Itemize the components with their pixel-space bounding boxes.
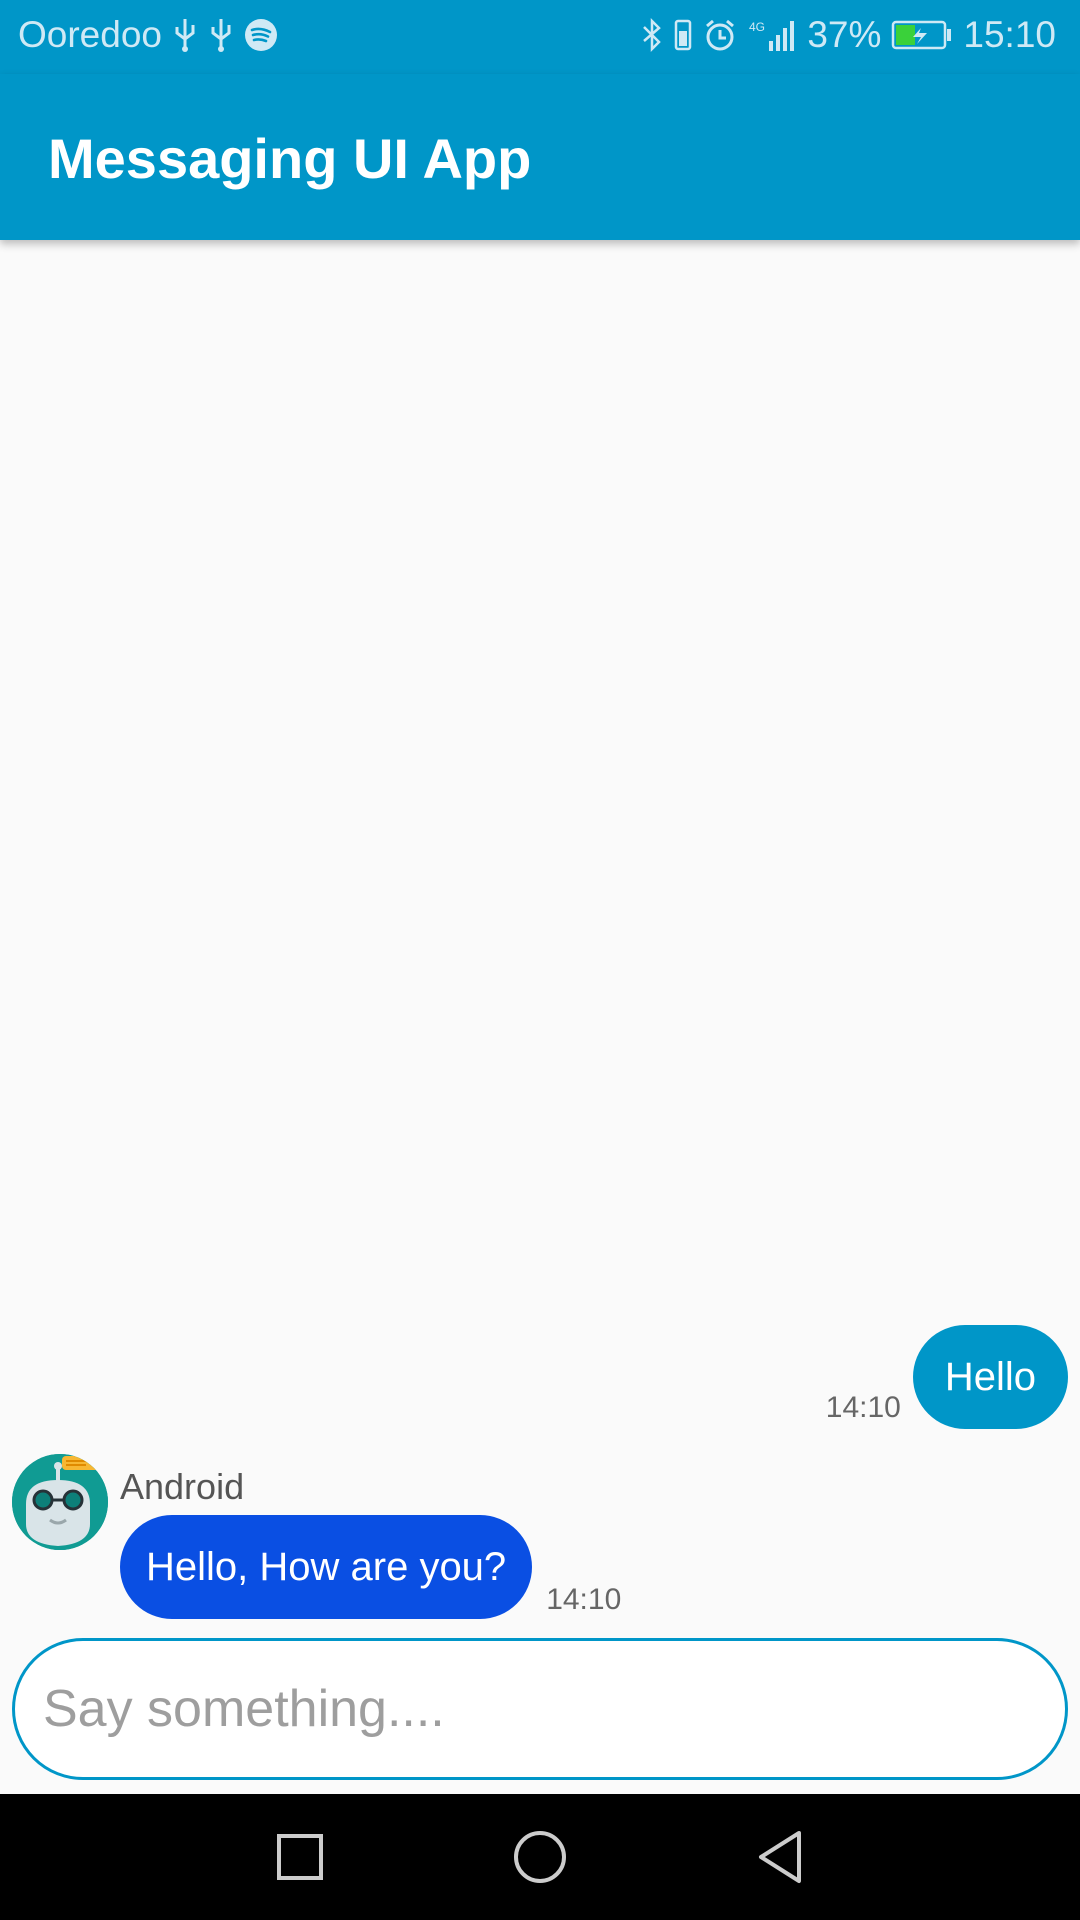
back-icon	[759, 1831, 801, 1883]
home-icon	[514, 1831, 566, 1883]
message-incoming: Hello, How are you? 14:10	[120, 1515, 621, 1619]
message-time: 14:10	[546, 1583, 622, 1616]
battery-charging-icon	[891, 20, 953, 50]
carrier-name: Ooredoo	[18, 14, 162, 55]
back-button[interactable]	[747, 1824, 813, 1890]
bluetooth-icon	[641, 17, 663, 53]
app-bar: Messaging UI App	[0, 74, 1080, 240]
message-bubble[interactable]: Hello	[912, 1325, 1068, 1429]
navigation-bar	[0, 1794, 1080, 1920]
sender-name: Android	[120, 1466, 245, 1507]
signal-icon: 4G	[747, 17, 797, 53]
status-left: Ooredoo	[18, 14, 278, 56]
message-outgoing: 14:10 Hello	[826, 1325, 1068, 1429]
battery-percent: 37%	[807, 14, 882, 55]
svg-text:4G: 4G	[749, 20, 765, 34]
home-button[interactable]	[507, 1824, 573, 1890]
status-right: 4G 37% 15:10	[641, 14, 1056, 56]
message-bubble[interactable]: Hello, How are you?	[120, 1515, 533, 1619]
usb-icon	[172, 17, 198, 53]
recents-icon	[277, 1834, 323, 1880]
usb-icon	[208, 17, 234, 53]
message-input[interactable]	[15, 1641, 1065, 1777]
alarm-icon	[703, 18, 737, 52]
message-time: 14:10	[825, 1391, 901, 1424]
robot-avatar[interactable]	[12, 1454, 108, 1550]
status-time: 15:10	[963, 14, 1056, 55]
message-input-container	[12, 1638, 1068, 1780]
spotify-icon	[244, 18, 278, 52]
app-title: Messaging UI App	[48, 127, 532, 190]
vibrate-icon	[673, 17, 693, 53]
recents-button[interactable]	[267, 1824, 333, 1890]
status-bar: Ooredoo 4G 37% 15:10	[0, 0, 1080, 74]
